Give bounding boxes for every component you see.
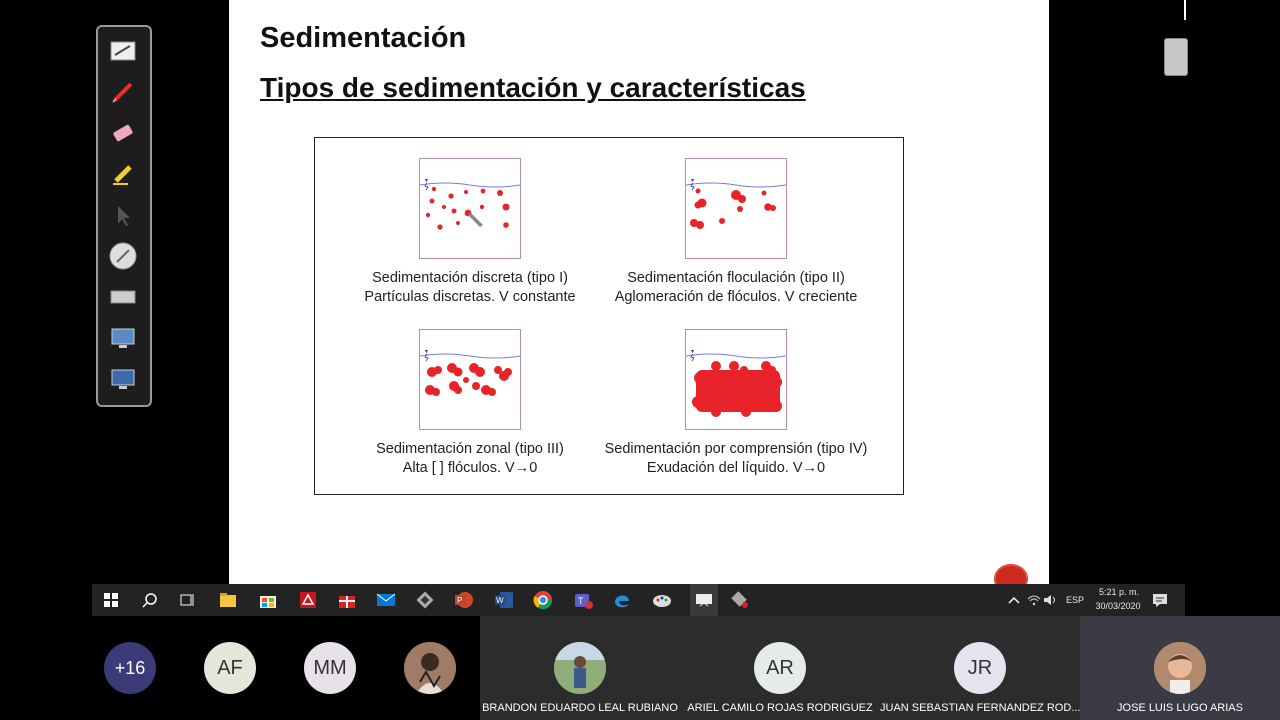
svg-text:T: T <box>578 596 584 606</box>
settling-tank-flocculation <box>685 158 787 259</box>
participant-name: BRANDON EDUARDO LEAL RUBIANO <box>482 702 678 714</box>
collapse-panel-icon[interactable] <box>1164 38 1188 76</box>
eraser-icon[interactable] <box>108 119 138 147</box>
caption-line-1: Sedimentación zonal (tipo III) <box>376 441 564 457</box>
caption-line-2: Partículas discretas. V constante <box>364 289 576 305</box>
task-view-icon[interactable] <box>178 590 198 610</box>
participant-tile[interactable]: AR ARIEL CAMILO ROJAS RODRIGUEZ <box>680 616 880 720</box>
avatar <box>554 642 606 694</box>
store-icon[interactable] <box>258 590 278 610</box>
svg-text:P: P <box>457 596 462 605</box>
language-indicator[interactable]: ESP <box>1066 595 1084 605</box>
slide-subtitle: Tipos de sedimentación y características <box>260 72 806 103</box>
acrobat-icon[interactable] <box>298 590 318 610</box>
caption-line-1: Sedimentación por comprensión (tipo IV) <box>604 441 868 457</box>
panel-type-2: Sedimentación floculación (tipo II) Aglo… <box>591 158 881 307</box>
search-icon[interactable] <box>140 590 160 610</box>
desktop-icon[interactable] <box>108 365 138 393</box>
highlighter-icon[interactable] <box>108 160 138 188</box>
volume-icon[interactable] <box>1040 590 1060 610</box>
caption-line-1: Sedimentación floculación (tipo II) <box>627 270 845 286</box>
avatar: AR <box>754 642 806 694</box>
participant-tile[interactable]: AF <box>180 616 280 720</box>
panel-type-1: Sedimentación discreta (tipo I) Partícul… <box>325 158 615 307</box>
presentation-slide: Sedimentación Tipos de sedimentación y c… <box>229 0 1049 584</box>
spotlight-icon[interactable] <box>108 242 138 270</box>
participant-tile[interactable]: JOSE LUIS LUGO ARIAS <box>1080 616 1280 720</box>
panel-caption: Sedimentación por comprensión (tipo IV) … <box>591 440 881 478</box>
edge-icon[interactable] <box>612 590 632 610</box>
avatar: MM <box>304 642 356 694</box>
notifications-icon[interactable] <box>1150 590 1170 610</box>
screen-capture-icon[interactable] <box>108 324 138 352</box>
caption-line-2: Exudación del líquido. V→0 <box>646 460 826 476</box>
teams-icon[interactable]: T <box>573 590 593 610</box>
word-icon[interactable]: W <box>494 590 514 610</box>
participant-tile[interactable]: MM <box>280 616 380 720</box>
participant-tile[interactable] <box>380 616 480 720</box>
panel-caption: Sedimentación floculación (tipo II) Aglo… <box>591 269 881 307</box>
panel-caption: Sedimentación discreta (tipo I) Partícul… <box>325 269 615 307</box>
file-explorer-icon[interactable] <box>218 590 238 610</box>
clock-date[interactable]: 30/03/2020 <box>1092 601 1144 611</box>
participants-strip: +16 AF MM BRANDON EDUARDO LEAL RUBIANO A… <box>0 616 1280 720</box>
caption-line-2: Alta [ ] flóculos. V→0 <box>402 460 538 476</box>
settling-tank-discrete <box>419 158 521 259</box>
svg-text:W: W <box>496 596 504 605</box>
caption-line-2: Aglomeración de flóculos. V creciente <box>614 289 858 305</box>
slide-title: Sedimentación <box>260 22 467 54</box>
avatar: AF <box>204 642 256 694</box>
settling-tank-zonal <box>419 329 521 430</box>
mail-icon[interactable] <box>376 590 396 610</box>
projector-icon[interactable] <box>730 590 750 610</box>
powerpoint-icon[interactable]: P <box>454 590 474 610</box>
pen-icon[interactable] <box>108 78 138 106</box>
pen-toolbar <box>96 25 152 407</box>
pointer-icon[interactable] <box>108 201 138 229</box>
gift-icon[interactable] <box>337 590 357 610</box>
participant-name: JOSE LUIS LUGO ARIAS <box>1117 702 1243 714</box>
chrome-icon[interactable] <box>533 590 553 610</box>
avatar <box>1154 642 1206 694</box>
caption-line-1: Sedimentación discreta (tipo I) <box>372 270 568 286</box>
keyboard-icon[interactable] <box>108 283 138 311</box>
divider <box>1184 0 1186 20</box>
presenter-icon[interactable] <box>690 584 718 616</box>
participant-tile[interactable]: BRANDON EDUARDO LEAL RUBIANO <box>480 616 680 720</box>
app-icon[interactable] <box>415 590 435 610</box>
participant-tile[interactable]: +16 <box>80 616 180 720</box>
avatar <box>404 642 456 694</box>
sedimentation-figure: Sedimentación discreta (tipo I) Partícul… <box>314 137 904 495</box>
participant-tile[interactable]: JR JUAN SEBASTIAN FERNANDEZ ROD... <box>880 616 1080 720</box>
paint-icon[interactable] <box>652 590 672 610</box>
panel-type-4: Sedimentación por comprensión (tipo IV) … <box>591 329 881 478</box>
notes-icon[interactable] <box>108 37 138 65</box>
start-icon[interactable] <box>101 590 121 610</box>
participant-name: JUAN SEBASTIAN FERNANDEZ ROD... <box>880 702 1081 714</box>
settling-tank-compression <box>685 329 787 430</box>
clock-time[interactable]: 5:21 p. m. <box>1094 587 1144 597</box>
panel-caption: Sedimentación zonal (tipo III) Alta [ ] … <box>325 440 615 478</box>
participant-name: ARIEL CAMILO ROJAS RODRIGUEZ <box>687 702 873 714</box>
taskbar: P W T ESP 5:21 p. m. 30/03/2020 <box>92 584 1185 616</box>
chevron-up-icon[interactable] <box>1004 590 1024 610</box>
panel-type-3: Sedimentación zonal (tipo III) Alta [ ] … <box>325 329 615 478</box>
avatar: JR <box>954 642 1006 694</box>
avatar: +16 <box>104 642 156 694</box>
